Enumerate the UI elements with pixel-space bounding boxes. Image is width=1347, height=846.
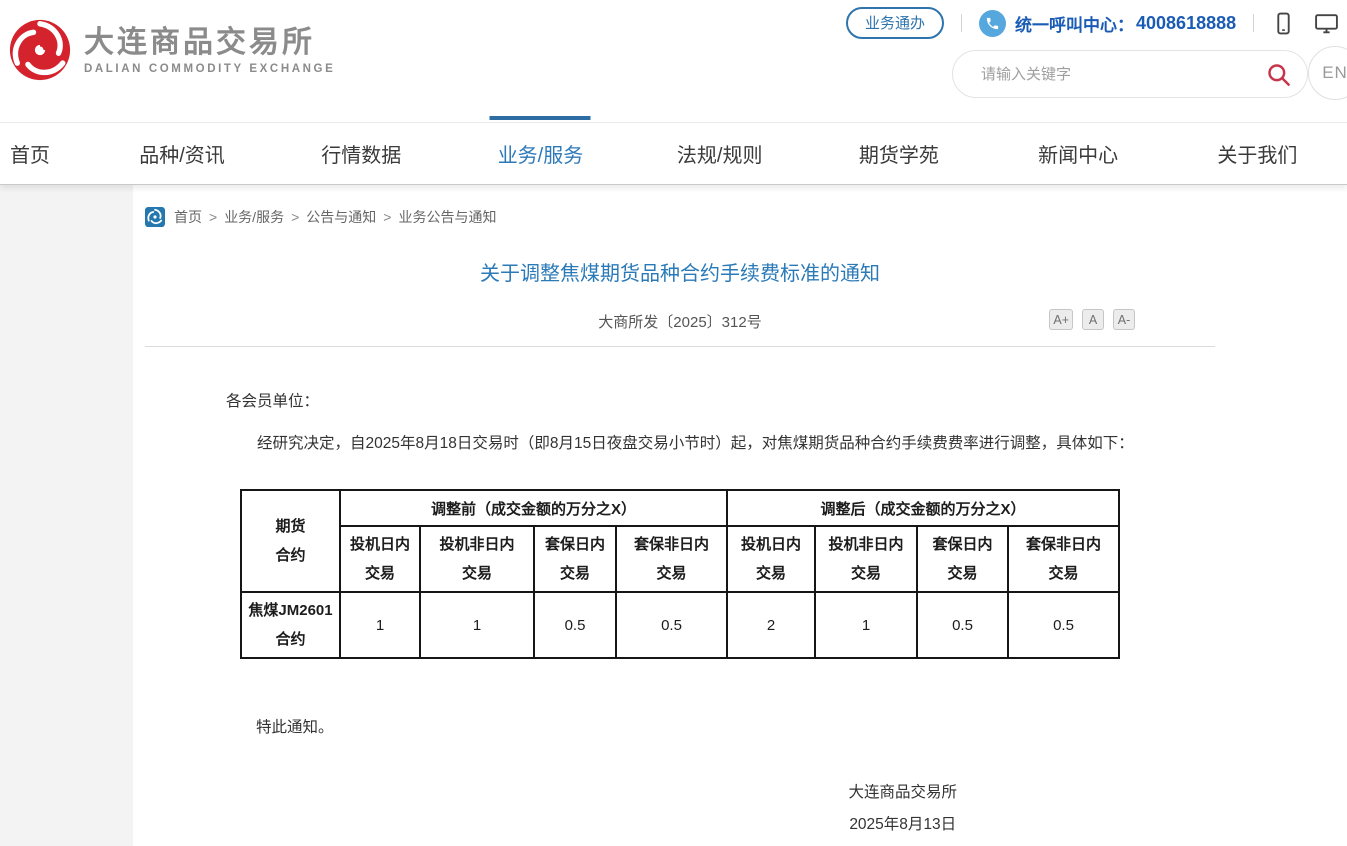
call-center-label: 统一呼叫中心： bbox=[1015, 11, 1134, 36]
search-button[interactable] bbox=[1255, 51, 1301, 97]
signature-block: 大连商品交易所 2025年8月13日 bbox=[848, 777, 957, 841]
breadcrumb-announcements[interactable]: 公告与通知 bbox=[306, 207, 376, 227]
nav-item-home[interactable]: 首页 bbox=[0, 123, 92, 184]
breadcrumb: 首页 > 业务/服务 > 公告与通知 > 业务公告与通知 bbox=[145, 207, 1215, 227]
fee-value-cell: 1 bbox=[420, 592, 534, 658]
group-header-after: 调整后（成交金额的万分之X） bbox=[727, 490, 1119, 526]
fee-value-cell: 0.5 bbox=[616, 592, 727, 658]
nav-item-news[interactable]: 新闻中心 bbox=[989, 123, 1168, 184]
dce-logo-icon bbox=[8, 18, 72, 82]
logo-name-en: DALIAN COMMODITY EXCHANGE bbox=[84, 63, 335, 75]
search-icon bbox=[1265, 61, 1292, 88]
col-header-hedge-intraday-before: 套保日内交易 bbox=[534, 526, 616, 592]
fee-value-cell: 1 bbox=[340, 592, 420, 658]
site-header: 大连商品交易所 DALIAN COMMODITY EXCHANGE 业务通办 统… bbox=[0, 0, 1347, 122]
signature-date: 2025年8月13日 bbox=[848, 809, 957, 841]
fee-value-cell: 0.5 bbox=[1008, 592, 1119, 658]
font-increase-button[interactable]: A+ bbox=[1049, 309, 1073, 330]
table-group-header-row: 期货合约 调整前（成交金额的万分之X） 调整后（成交金额的万分之X） bbox=[241, 490, 1119, 526]
breadcrumb-business-services[interactable]: 业务/服务 bbox=[224, 207, 284, 227]
logo-text: 大连商品交易所 DALIAN COMMODITY EXCHANGE bbox=[84, 26, 335, 75]
breadcrumb-separator: > bbox=[209, 209, 217, 225]
breadcrumb-home-icon bbox=[145, 207, 165, 227]
table-sub-header-row: 投机日内交易 投机非日内交易 套保日内交易 套保非日内交易 投机日内交易 投机非… bbox=[241, 526, 1119, 592]
doc-number-row: 大商所发〔2025〕312号 A+ A A- bbox=[145, 311, 1215, 333]
col-header-hedge-non-intraday-before: 套保非日内交易 bbox=[616, 526, 727, 592]
fee-value-cell: 0.5 bbox=[917, 592, 1008, 658]
nav-item-rules[interactable]: 法规/规则 bbox=[630, 123, 809, 184]
content-wrapper: 首页 > 业务/服务 > 公告与通知 > 业务公告与通知 关于调整焦煤期货品种合… bbox=[133, 185, 1347, 846]
service-portal-button[interactable]: 业务通办 bbox=[846, 7, 944, 39]
search-area bbox=[952, 50, 1308, 98]
breadcrumb-home[interactable]: 首页 bbox=[174, 207, 202, 227]
breadcrumb-separator: > bbox=[291, 209, 299, 225]
logo-name-cn: 大连商品交易所 bbox=[84, 26, 335, 60]
fee-value-cell: 1 bbox=[815, 592, 917, 658]
notice-body: 各会员单位： 经研究决定，自2025年8月18日交易时（即8月15日夜盘交易小节… bbox=[226, 389, 1147, 459]
col-header-spec-intraday-after: 投机日内交易 bbox=[727, 526, 815, 592]
main-nav: 首页 品种/资讯 行情数据 业务/服务 法规/规则 期货学苑 新闻中心 关于我们 bbox=[0, 122, 1347, 185]
fee-value-cell: 0.5 bbox=[534, 592, 616, 658]
nav-item-business-services[interactable]: 业务/服务 bbox=[451, 123, 630, 184]
table-row: 焦煤JM2601合约 1 1 0.5 0.5 2 1 0.5 0.5 bbox=[241, 592, 1119, 658]
col-header-hedge-intraday-after: 套保日内交易 bbox=[917, 526, 1008, 592]
nav-item-academy[interactable]: 期货学苑 bbox=[809, 123, 988, 184]
font-reset-button[interactable]: A bbox=[1082, 309, 1104, 330]
nav-item-about[interactable]: 关于我们 bbox=[1168, 123, 1347, 184]
font-decrease-button[interactable]: A- bbox=[1113, 309, 1135, 330]
notice-paragraph: 经研究决定，自2025年8月18日交易时（即8月15日夜盘交易小节时）起，对焦煤… bbox=[226, 428, 1147, 459]
breadcrumb-separator: > bbox=[383, 209, 391, 225]
font-size-controls: A+ A A- bbox=[1049, 309, 1135, 330]
doc-number: 大商所发〔2025〕312号 bbox=[598, 314, 761, 331]
separator bbox=[1253, 14, 1254, 32]
nav-list: 首页 品种/资讯 行情数据 业务/服务 法规/规则 期货学苑 新闻中心 关于我们 bbox=[0, 123, 1347, 184]
article-content: 首页 > 业务/服务 > 公告与通知 > 业务公告与通知 关于调整焦煤期货品种合… bbox=[133, 185, 1215, 841]
mobile-app-icon[interactable] bbox=[1271, 11, 1296, 36]
group-header-before: 调整前（成交金额的万分之X） bbox=[340, 490, 727, 526]
search-input[interactable] bbox=[979, 65, 1255, 84]
search-box bbox=[952, 50, 1308, 98]
nav-item-products[interactable]: 品种/资讯 bbox=[92, 123, 271, 184]
notice-title: 关于调整焦煤期货品种合约手续费标准的通知 bbox=[145, 257, 1215, 286]
language-toggle-button[interactable]: EN bbox=[1308, 46, 1347, 100]
site-logo[interactable]: 大连商品交易所 DALIAN COMMODITY EXCHANGE bbox=[8, 18, 335, 82]
nav-item-market-data[interactable]: 行情数据 bbox=[272, 123, 451, 184]
col-header-hedge-non-intraday-after: 套保非日内交易 bbox=[1008, 526, 1119, 592]
fee-value-cell: 2 bbox=[727, 592, 815, 658]
col-header-spec-intraday-before: 投机日内交易 bbox=[340, 526, 420, 592]
desktop-site-icon[interactable] bbox=[1314, 11, 1339, 36]
signature-org: 大连商品交易所 bbox=[848, 777, 957, 809]
fee-adjustment-table: 期货合约 调整前（成交金额的万分之X） 调整后（成交金额的万分之X） 投机日内交… bbox=[240, 489, 1120, 659]
col-header-spec-non-intraday-after: 投机非日内交易 bbox=[815, 526, 917, 592]
col-header-spec-non-intraday-before: 投机非日内交易 bbox=[420, 526, 534, 592]
contract-name-cell: 焦煤JM2601合约 bbox=[241, 592, 340, 658]
call-center-number: 4008618888 bbox=[1136, 13, 1236, 34]
breadcrumb-current: 业务公告与通知 bbox=[398, 207, 496, 227]
separator bbox=[961, 14, 962, 32]
title-divider bbox=[145, 346, 1215, 347]
page-background: 首页 > 业务/服务 > 公告与通知 > 业务公告与通知 关于调整焦煤期货品种合… bbox=[0, 185, 1347, 846]
header-topbar: 业务通办 统一呼叫中心： 4008618888 bbox=[846, 8, 1339, 38]
salutation: 各会员单位： bbox=[226, 389, 1147, 411]
phone-icon bbox=[979, 10, 1006, 37]
table-corner-header: 期货合约 bbox=[241, 490, 340, 592]
closing-line: 特此通知。 bbox=[256, 715, 1215, 737]
